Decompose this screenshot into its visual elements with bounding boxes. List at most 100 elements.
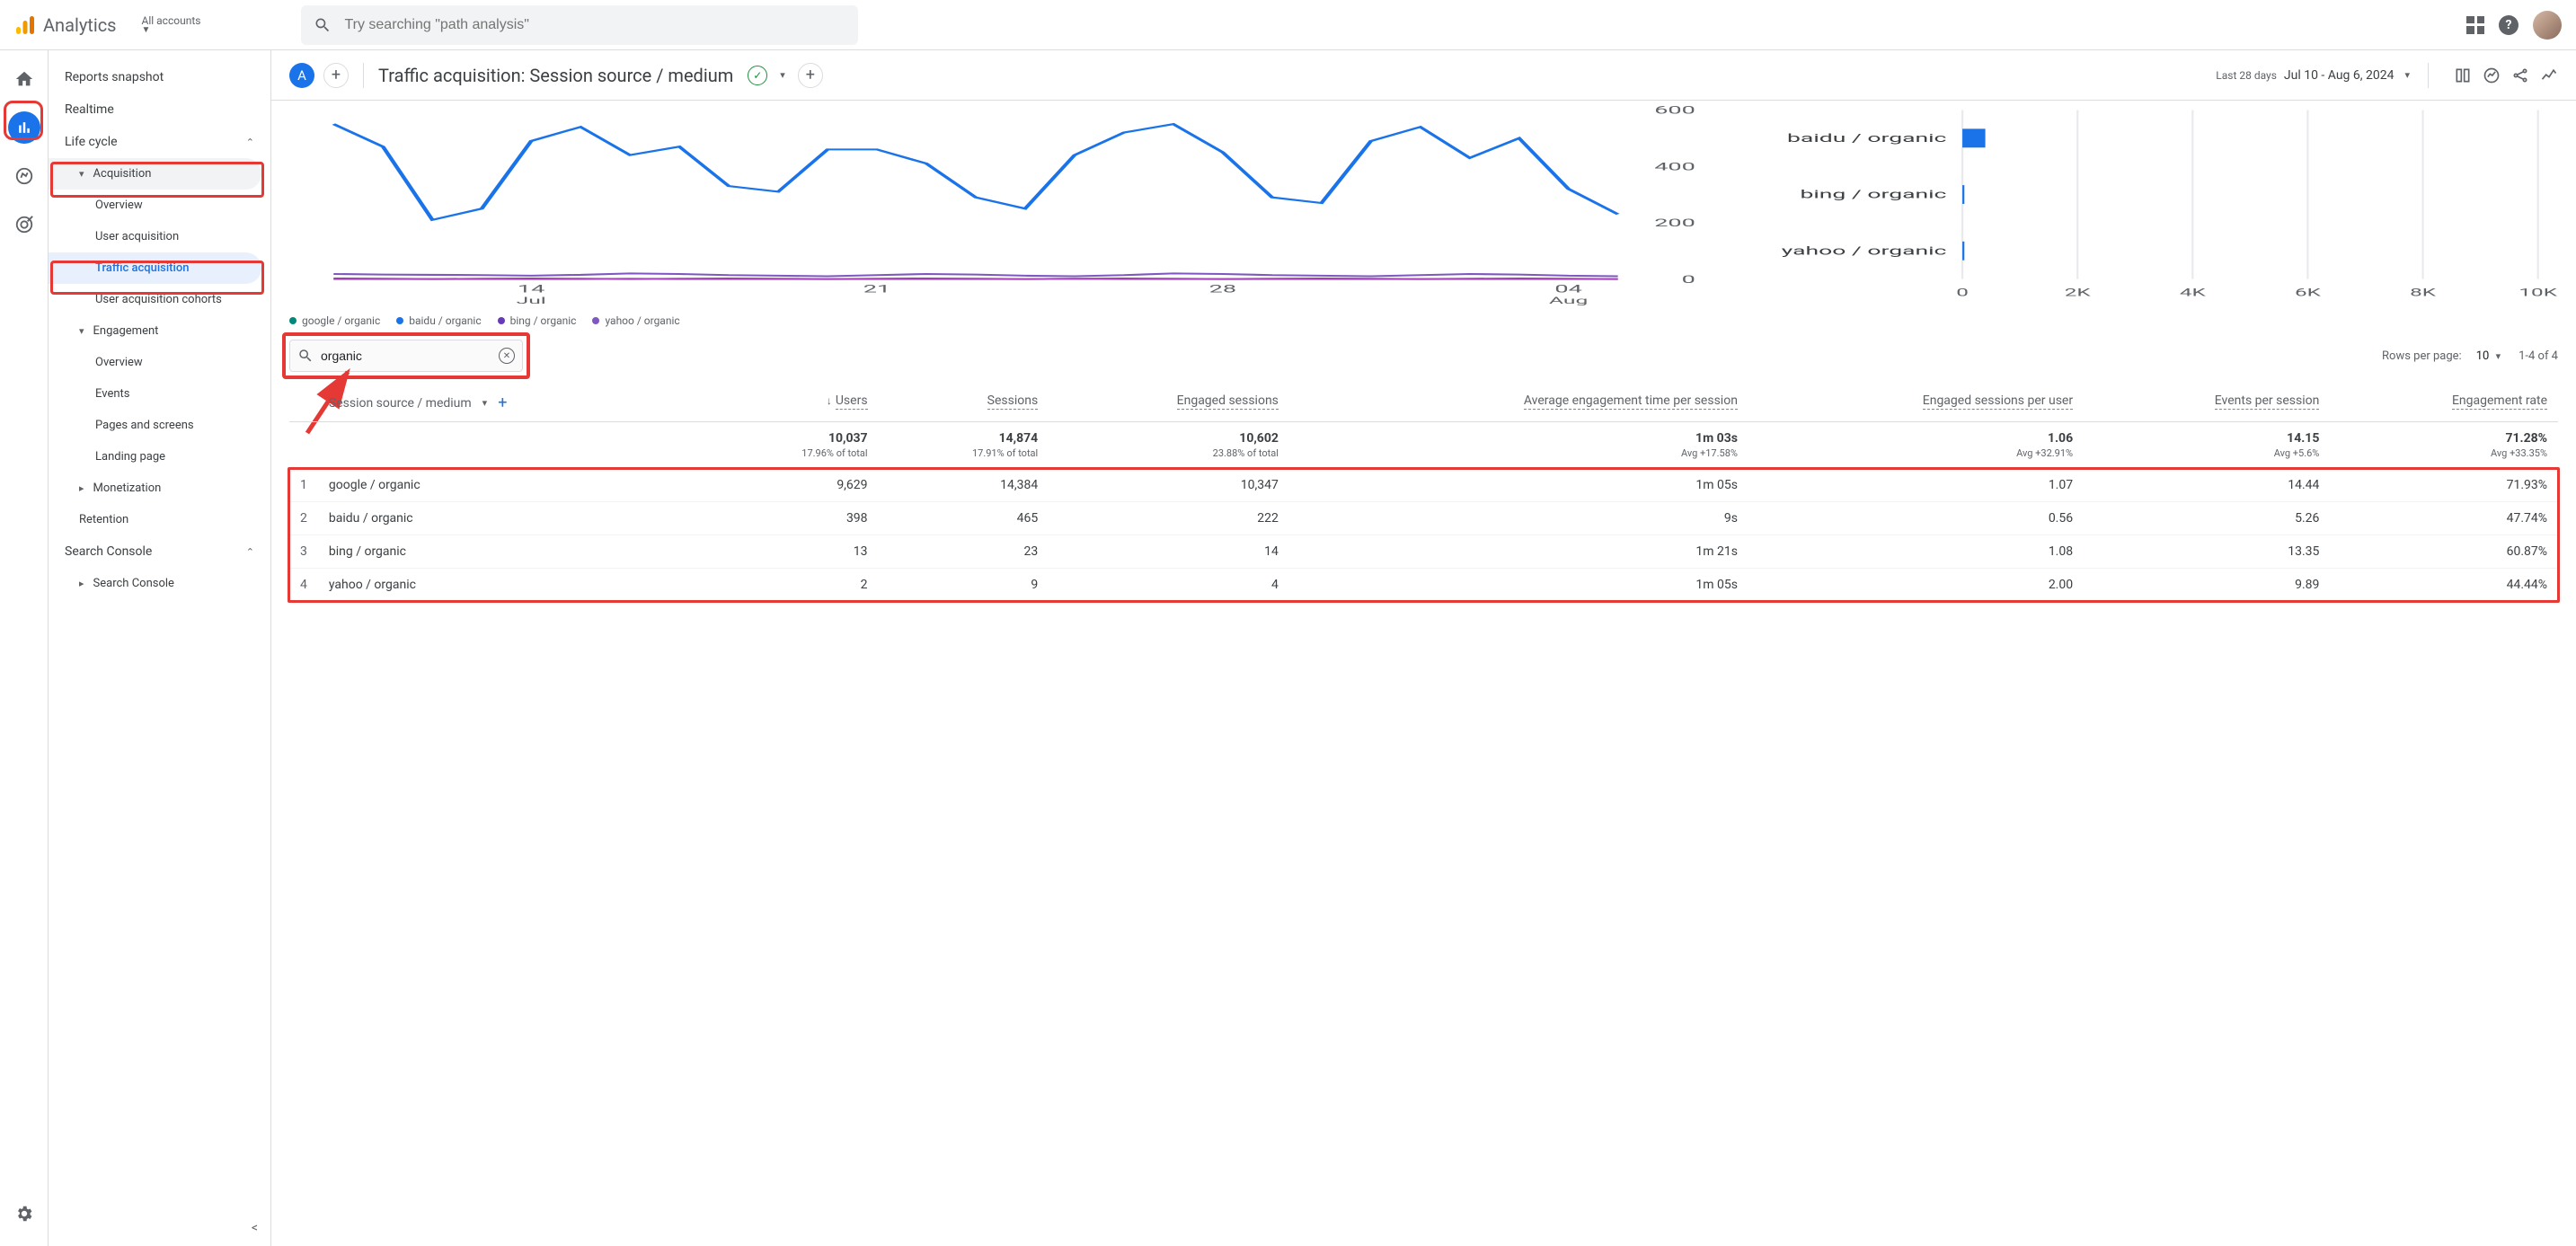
- legend-dot-icon: [289, 317, 297, 324]
- sidebar-item-engagement[interactable]: ▾Engagement: [49, 315, 270, 347]
- customize-icon[interactable]: [2454, 66, 2472, 84]
- svg-text:bing / organic: bing / organic: [1801, 189, 1947, 202]
- dimension-selector[interactable]: Session source / medium ▾ +: [329, 393, 697, 412]
- sidebar-item-retention[interactable]: Retention: [49, 504, 270, 535]
- sort-desc-icon: ↓: [827, 394, 832, 407]
- table-search-input[interactable]: [321, 349, 499, 363]
- rows-per-page-label: Rows per page:: [2382, 349, 2462, 363]
- verified-icon[interactable]: ✓: [748, 66, 767, 85]
- col-engagement-rate[interactable]: Engagement rate: [2330, 384, 2558, 422]
- topbar: Analytics All accounts ▼ ?: [0, 0, 2576, 50]
- table-search[interactable]: ✕: [289, 340, 523, 372]
- account-selector[interactable]: All accounts ▼: [142, 14, 201, 35]
- add-comparison-button[interactable]: +: [323, 63, 349, 88]
- sidebar-item-acquisition[interactable]: ▾Acquisition: [49, 158, 261, 190]
- table-totals-row: 10,03717.96% of total14,87417.91% of tot…: [289, 422, 2558, 469]
- legend-dot-icon: [396, 317, 403, 324]
- pagination-range: 1-4 of 4: [2518, 349, 2558, 363]
- svg-text:600: 600: [1654, 105, 1695, 117]
- dropdown-icon[interactable]: ▾: [780, 69, 785, 81]
- date-preset-label: Last 28 days: [2216, 69, 2277, 82]
- sidebar-section-searchconsole[interactable]: Search Console⌃: [49, 535, 270, 568]
- divider: [2428, 63, 2429, 88]
- date-range-label: Jul 10 - Aug 6, 2024: [2284, 68, 2395, 83]
- trend-icon[interactable]: [2540, 66, 2558, 84]
- segment-chip[interactable]: A: [289, 63, 314, 88]
- sidebar-item-monetization[interactable]: ▸Monetization: [49, 473, 270, 504]
- table-row[interactable]: 3bing / organic1323141m 21s1.0813.3560.8…: [289, 535, 2558, 569]
- svg-text:10K: 10K: [2519, 287, 2558, 299]
- help-icon[interactable]: ?: [2499, 15, 2518, 35]
- legend-dot-icon: [592, 317, 599, 324]
- sidebar-item-acq-overview[interactable]: Overview: [49, 190, 270, 221]
- svg-text:4K: 4K: [2180, 287, 2206, 299]
- sidebar-item-events[interactable]: Events: [49, 378, 270, 410]
- search-icon: [297, 348, 314, 364]
- clear-search-icon[interactable]: ✕: [499, 348, 515, 364]
- explore-icon[interactable]: [8, 160, 40, 192]
- global-search-input[interactable]: [344, 17, 845, 33]
- col-events-per-session[interactable]: Events per session: [2084, 384, 2330, 422]
- sidebar-item-search-console[interactable]: ▸Search Console: [49, 568, 270, 599]
- legend-item[interactable]: baidu / organic: [396, 314, 481, 327]
- svg-text:yahoo / organic: yahoo / organic: [1782, 245, 1947, 259]
- svg-text:21: 21: [863, 283, 890, 295]
- legend-item[interactable]: google / organic: [289, 314, 380, 327]
- svg-text:Jul: Jul: [517, 295, 546, 306]
- add-button[interactable]: +: [798, 63, 823, 88]
- dropdown-icon: ▾: [482, 397, 488, 409]
- chevron-up-icon: ⌃: [246, 546, 254, 558]
- page-title: Traffic acquisition: Session source / me…: [378, 65, 733, 86]
- line-chart: 020040060014Jul212804Aug: [289, 101, 1706, 307]
- rows-per-page-selector[interactable]: 10 ▾: [2476, 349, 2504, 363]
- chevron-up-icon: ⌃: [246, 137, 254, 148]
- svg-text:0: 0: [1956, 287, 1969, 299]
- settings-icon[interactable]: [8, 1197, 40, 1230]
- col-eng-per-user[interactable]: Engaged sessions per user: [1748, 384, 2084, 422]
- dropdown-icon: ▼: [142, 25, 151, 35]
- svg-text:14: 14: [518, 283, 545, 295]
- col-engaged-sessions[interactable]: Engaged sessions: [1049, 384, 1289, 422]
- col-sessions[interactable]: Sessions: [879, 384, 1049, 422]
- logo[interactable]: Analytics: [14, 14, 117, 36]
- advertising-icon[interactable]: [8, 208, 40, 241]
- sidebar-item-user-acq-cohorts[interactable]: User acquisition cohorts: [49, 284, 270, 315]
- nav-rail: [0, 50, 49, 1246]
- logo-text: Analytics: [43, 14, 117, 36]
- table-row[interactable]: 1google / organic9,62914,38410,3471m 05s…: [289, 469, 2558, 502]
- svg-text:2K: 2K: [2065, 287, 2091, 299]
- insights-icon[interactable]: [2483, 66, 2501, 84]
- caret-down-icon: ▾: [79, 168, 84, 180]
- share-icon[interactable]: [2511, 66, 2529, 84]
- report-header: A + Traffic acquisition: Session source …: [271, 50, 2576, 101]
- table-row[interactable]: 4yahoo / organic2941m 05s2.009.8944.44%: [289, 569, 2558, 602]
- sidebar-item-reports-snapshot[interactable]: Reports snapshot: [49, 61, 270, 93]
- dropdown-icon: ▾: [2404, 69, 2410, 81]
- bar-chart: 02K4K6K8K10Kbaidu / organicbing / organi…: [1724, 101, 2558, 307]
- avatar[interactable]: [2533, 11, 2562, 40]
- sidebar-item-pages-screens[interactable]: Pages and screens: [49, 410, 270, 441]
- global-search[interactable]: [301, 5, 858, 45]
- date-range-picker[interactable]: Last 28 days Jul 10 - Aug 6, 2024 ▾: [2216, 68, 2413, 83]
- sidebar: Reports snapshot Realtime Life cycle⌃ ▾A…: [49, 50, 271, 1246]
- sidebar-item-traffic-acq[interactable]: Traffic acquisition: [49, 252, 261, 284]
- apps-icon[interactable]: [2466, 16, 2484, 34]
- col-avg-engagement[interactable]: Average engagement time per session: [1289, 384, 1748, 422]
- sidebar-item-eng-overview[interactable]: Overview: [49, 347, 270, 378]
- legend-item[interactable]: bing / organic: [498, 314, 577, 327]
- sidebar-item-realtime[interactable]: Realtime: [49, 93, 270, 126]
- legend-item[interactable]: yahoo / organic: [592, 314, 679, 327]
- sidebar-item-landing-page[interactable]: Landing page: [49, 441, 270, 473]
- collapse-sidebar-button[interactable]: <: [252, 1221, 258, 1235]
- caret-down-icon: ▾: [79, 325, 84, 337]
- svg-text:28: 28: [1209, 283, 1236, 295]
- reports-icon[interactable]: [8, 111, 40, 144]
- svg-text:0: 0: [1682, 274, 1695, 286]
- sidebar-item-user-acq[interactable]: User acquisition: [49, 221, 270, 252]
- search-icon: [314, 16, 332, 34]
- home-icon[interactable]: [8, 63, 40, 95]
- col-users[interactable]: ↓Users: [708, 384, 879, 422]
- sidebar-section-lifecycle[interactable]: Life cycle⌃: [49, 126, 270, 158]
- table-row[interactable]: 2baidu / organic3984652229s0.565.2647.74…: [289, 502, 2558, 535]
- add-dimension-button[interactable]: +: [498, 393, 507, 412]
